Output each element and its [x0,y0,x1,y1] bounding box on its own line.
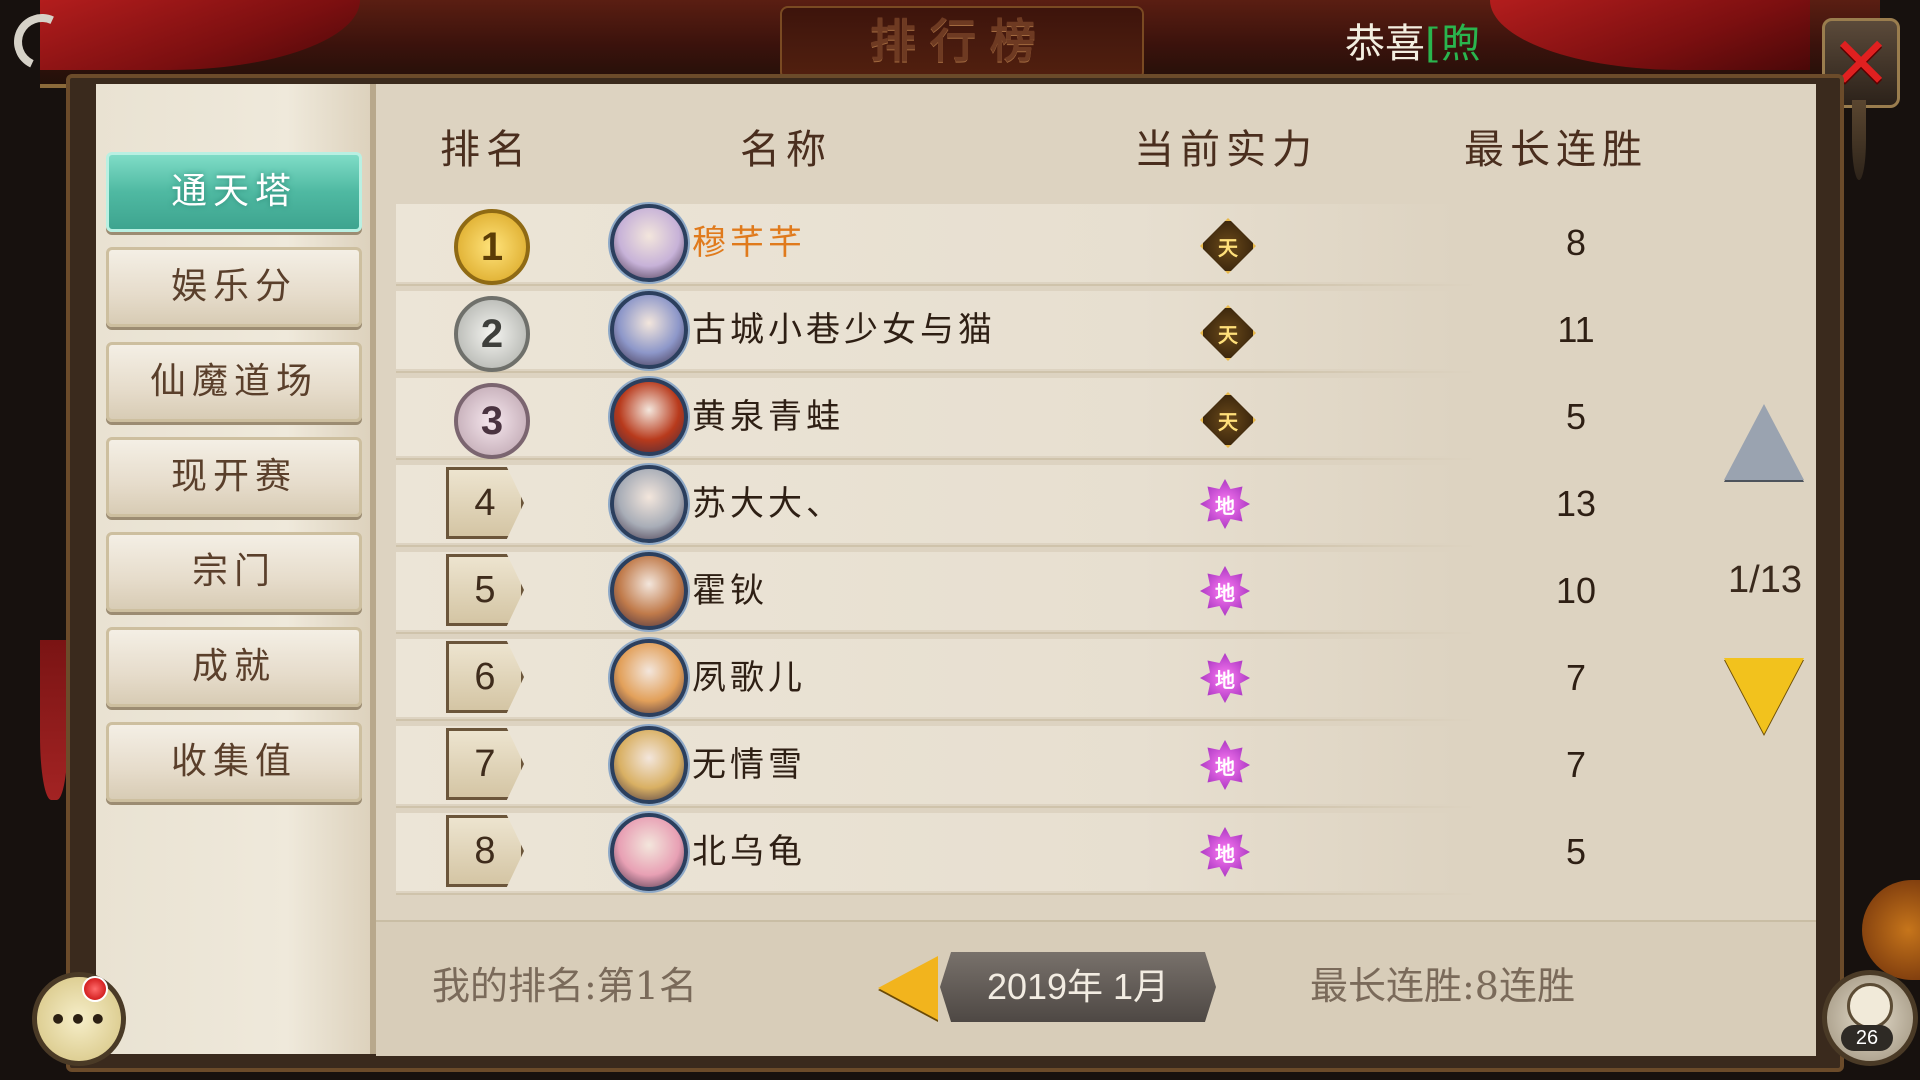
streak-value: 11 [1557,309,1595,350]
row-divider [396,284,1476,286]
table-row[interactable]: 4 苏大大、地 13 [396,461,1816,547]
page-down-arrow-icon[interactable] [1724,658,1804,734]
sidebar-item-yulefen[interactable]: 娱乐分 [106,247,362,327]
announcement-prefix: 恭喜 [1345,21,1425,67]
power-tier-di-badge-icon: 地 [1200,653,1250,703]
row-divider [396,719,1476,721]
row-background [396,813,1456,891]
player-name: 北乌龟 [692,832,806,872]
player-avatar[interactable] [610,291,688,369]
treasure-chest-icon[interactable] [1862,880,1920,980]
announcement-marquee: 恭喜[煦 [1345,14,1481,74]
row-divider [396,806,1476,808]
friends-button[interactable]: 26 [1822,970,1918,1066]
page-indicator: 1/13 [1728,559,1802,601]
streak-value: 13 [1555,483,1597,524]
table-row[interactable]: 7 无情雪地 7 [396,722,1816,808]
player-avatar[interactable] [610,465,688,543]
chat-icon: ••• [49,1002,109,1036]
header-streak: 最长连胜 [1464,127,1648,173]
power-tier-di-badge-icon: 地 [1200,740,1250,790]
notification-dot-icon [82,976,108,1002]
page-title: 排行榜 [870,14,1050,68]
header-name: 名称 [740,127,832,173]
row-background [396,204,1456,282]
power-tier-di-badge-icon: 地 [1200,479,1250,529]
player-avatar[interactable] [610,726,688,804]
player-name: 霍钬 [692,571,768,611]
row-background [396,726,1456,804]
table-row[interactable]: 8 北乌龟地 5 [396,809,1816,895]
player-name: 穆芊芊 [692,223,806,263]
streak-value: 5 [1565,396,1587,437]
tassel-decoration-right [1852,100,1866,180]
tassel-decoration [40,640,68,800]
table-row[interactable]: 2 古城小巷少女与猫天 11 [396,287,1816,373]
sidebar-item-xianmo-daochang[interactable]: 仙魔道场 [106,342,362,422]
table-header: 排名 名称 当前实力 最长连胜 [376,110,1816,190]
player-name: 无情雪 [692,745,806,785]
player-name: 夙歌儿 [692,658,806,698]
streak-value: 7 [1565,657,1587,698]
power-tier-di-badge-icon: 地 [1200,566,1250,616]
row-background [396,378,1456,456]
my-rank-text: 我的排名:第1名 [432,964,697,1008]
row-divider [396,893,1476,895]
player-avatar[interactable] [610,552,688,630]
table-row[interactable]: 6 夙歌儿地 7 [396,635,1816,721]
row-background [396,552,1456,630]
friends-count: 26 [1841,1025,1893,1051]
page-up-arrow-icon[interactable] [1724,404,1804,480]
announcement-bracket: [ [1425,21,1441,67]
player-name: 古城小巷少女与猫 [692,310,996,350]
rank-medal-bronze-icon: 3 [454,383,530,459]
friends-icon [1847,983,1893,1029]
streak-value: 7 [1565,744,1587,785]
player-avatar[interactable] [610,378,688,456]
streak-value: 10 [1555,570,1597,611]
player-avatar[interactable] [610,813,688,891]
row-divider [396,545,1476,547]
announcement-highlight: 煦 [1440,21,1481,67]
player-avatar[interactable] [610,639,688,717]
rank-medal-silver-icon: 2 [454,296,530,372]
streak-value: 8 [1565,222,1587,263]
player-name: 黄泉青蛙 [692,397,844,437]
my-streak-text: 最长连胜:8连胜 [1310,964,1575,1008]
table-row[interactable]: 1 穆芊芊天 8 [396,200,1816,286]
sidebar-item-xiankaisai[interactable]: 现开赛 [106,437,362,517]
row-background [396,639,1456,717]
sidebar-item-chengjiu[interactable]: 成就 [106,627,362,707]
header-power: 当前实力 [1134,127,1318,173]
power-tier-di-badge-icon: 地 [1200,827,1250,877]
table-row[interactable]: 5 霍钬地 10 [396,548,1816,634]
player-name: 苏大大、 [692,484,844,524]
header-rank: 排名 [440,127,532,173]
rank-medal-gold-icon: 1 [454,209,530,285]
chat-button[interactable]: ••• [32,972,126,1066]
table-row[interactable]: 3 黄泉青蛙天 5 [396,374,1816,460]
sidebar-item-tongtianta[interactable]: 通天塔 [106,152,362,232]
sidebar-item-zongmen[interactable]: 宗门 [106,532,362,612]
sidebar-item-shoujizhi[interactable]: 收集值 [106,722,362,802]
streak-value: 5 [1565,831,1587,872]
player-avatar[interactable] [610,204,688,282]
row-background [396,465,1456,543]
row-divider [396,458,1476,460]
row-divider [396,632,1476,634]
month-selector[interactable]: 2019年 1月 [940,952,1216,1022]
month-prev-arrow-icon[interactable] [878,956,938,1020]
